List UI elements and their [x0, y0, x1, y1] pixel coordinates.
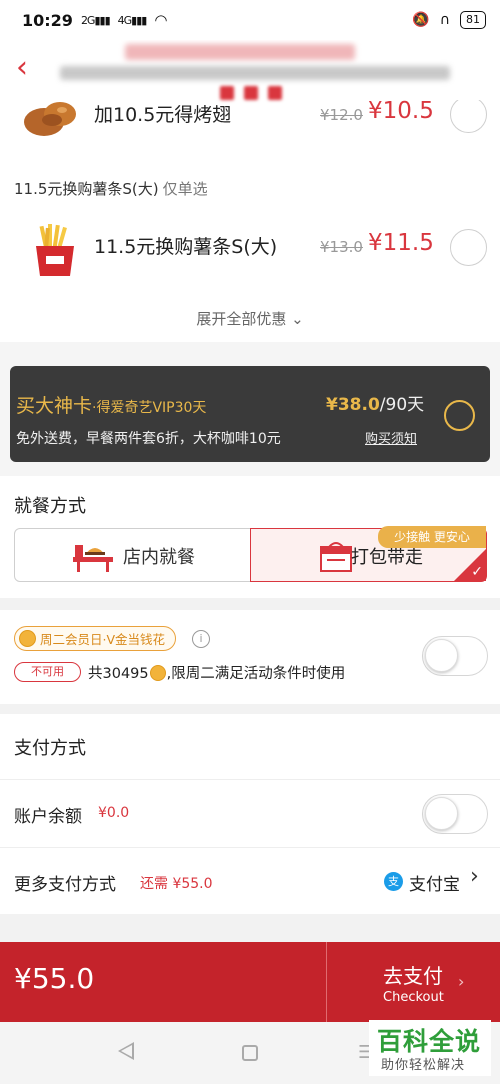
chevron-right-icon[interactable]: › — [458, 972, 464, 991]
signal-4g-label: 4G — [117, 13, 132, 27]
expand-all-offers[interactable]: 展开全部优惠 ⌄ — [0, 308, 500, 329]
coin-icon — [19, 630, 36, 647]
vip-price-amount: ¥38.0 — [326, 395, 380, 415]
offer-fries-radio[interactable] — [450, 229, 487, 266]
vip-title-main: 买大神卡 — [16, 395, 93, 417]
member-day-section: 周二会员日·V金当钱花 i 不可用 共30495 ,限周二满足活动条件时使用 — [0, 610, 500, 704]
safety-tag: 少接触 更安心 — [378, 526, 486, 548]
chevron-down-icon: ⌄ — [291, 310, 304, 328]
blurred-dots — [220, 86, 282, 100]
dine-in-label: 店内就餐 — [123, 547, 195, 568]
offers-card: 加10.5元得烤翅 ¥12.0 ¥10.5 11.5元换购薯条S(大) 仅单选 1… — [0, 96, 500, 342]
vip-title: 买大神卡·得爱奇艺VIP30天 — [16, 391, 206, 418]
order-total: ¥55.0 — [14, 962, 95, 995]
offer-fries-name: 11.5元换购薯条S(大) — [94, 236, 278, 258]
dining-title: 就餐方式 — [14, 496, 86, 517]
offer-fries-row[interactable]: 11.5元换购薯条S(大) ¥13.0 ¥11.5 — [0, 218, 500, 278]
offer-wings-radio[interactable] — [450, 96, 487, 133]
dot — [244, 86, 258, 100]
payment-section: 支付方式 账户余额 ¥0.0 更多支付方式 还需 ¥55.0 支 支付宝 › — [0, 714, 500, 914]
offer-fries-group-title: 11.5元换购薯条S(大) 仅单选 — [14, 178, 208, 199]
back-arrow-icon[interactable]: ‹ — [8, 48, 36, 88]
clock: 10:29 — [22, 10, 73, 30]
dot — [268, 86, 282, 100]
signal-2g-label: 2G — [80, 13, 95, 27]
divider — [0, 779, 500, 780]
balance-amount: ¥0.0 — [98, 805, 130, 821]
vip-card[interactable]: 买大神卡·得爱奇艺VIP30天 免外送费，早餐两件套6折，大杯咖啡10元 ¥38… — [10, 366, 490, 462]
status-bar: 10:29 2G▮▮▮ 4G▮▮▮ ◠ 🔕 ∩ 81 — [0, 0, 500, 40]
page-header: ‹ — [0, 40, 500, 100]
offer-fries-group-title-text: 11.5元换购薯条S(大) — [14, 180, 159, 198]
nav-home-icon[interactable] — [242, 1045, 258, 1061]
vip-desc: 免外送费，早餐两件套6折，大杯咖啡10元 — [16, 431, 281, 447]
watermark: 百科全说 助你轻松解决 — [369, 1020, 491, 1076]
toggle-knob — [425, 797, 458, 830]
unavailable-badge: 不可用 — [14, 662, 81, 682]
fries-image — [36, 224, 74, 276]
dine-in-option[interactable]: 店内就餐 — [14, 528, 251, 582]
mute-icon: 🔕 — [412, 12, 430, 28]
vip-price: ¥38.0/90天 — [326, 390, 424, 415]
status-left: 10:29 2G▮▮▮ 4G▮▮▮ ◠ — [22, 11, 167, 30]
offer-fries-price: ¥11.5 — [368, 230, 434, 256]
member-day-badge-text: 周二会员日·V金当钱花 — [40, 632, 166, 647]
vip-title-sub: ·得爱奇艺VIP30天 — [92, 400, 207, 416]
dot — [220, 86, 234, 100]
vip-radio[interactable] — [444, 400, 475, 431]
battery-icon: 81 — [460, 11, 486, 29]
vip-price-period: /90天 — [379, 395, 425, 415]
dining-section: 就餐方式 店内就餐 打包带走 ✓ 少接触 更安心 — [0, 476, 500, 598]
watermark-subtitle: 助你轻松解决 — [381, 1058, 466, 1073]
expand-label: 展开全部优惠 — [196, 310, 287, 328]
watermark-title: 百科全说 — [377, 1027, 482, 1056]
dine-in-icon — [73, 545, 113, 572]
balance-label: 账户余额 — [14, 807, 82, 827]
info-icon[interactable]: i — [192, 630, 210, 648]
payment-title: 支付方式 — [14, 738, 86, 759]
coin-icon — [149, 664, 166, 681]
blurred-title — [125, 44, 355, 60]
wifi-icon: ◠ — [154, 11, 168, 29]
signal-4g-icon: 4G▮▮▮ — [117, 13, 148, 27]
status-right: 🔕 ∩ 81 — [412, 11, 486, 29]
toggle-knob — [425, 639, 458, 672]
offer-wings-old-price: ¥12.0 — [320, 106, 363, 124]
balance-toggle[interactable] — [422, 794, 488, 834]
blurred-subtitle — [60, 66, 450, 80]
alipay-icon: 支 — [384, 872, 403, 891]
member-desc-suffix: ,限周二满足活动条件时使用 — [166, 666, 346, 682]
checkout-bar: ¥55.0 去支付 Checkout › — [0, 942, 500, 1022]
offer-wings-price: ¥10.5 — [368, 98, 434, 124]
vip-section: 买大神卡·得爱奇艺VIP30天 免外送费，早餐两件套6折，大杯咖啡10元 ¥38… — [0, 342, 500, 476]
amount-needed: 还需 ¥55.0 — [140, 876, 213, 892]
member-day-toggle[interactable] — [422, 636, 488, 676]
vip-purchase-notice-link[interactable]: 购买须知 — [365, 428, 417, 447]
offer-fries-old-price: ¥13.0 — [320, 238, 363, 256]
chevron-right-icon[interactable]: › — [470, 864, 479, 889]
checkout-button-sublabel[interactable]: Checkout — [383, 990, 444, 1005]
offer-fries-group-sub: 仅单选 — [162, 180, 208, 198]
footer-divider — [326, 942, 327, 1022]
member-desc-prefix: 共30495 — [88, 666, 149, 682]
member-day-badge: 周二会员日·V金当钱花 — [14, 626, 177, 651]
offer-wings-name: 加10.5元得烤翅 — [94, 104, 232, 126]
alipay-label[interactable]: 支付宝 — [409, 870, 460, 895]
signal-2g-icon: 2G▮▮▮ — [80, 13, 111, 27]
divider — [0, 847, 500, 848]
headphones-icon: ∩ — [439, 12, 450, 28]
member-desc: 共30495 ,限周二满足活动条件时使用 — [88, 662, 345, 683]
checkmark-icon: ✓ — [471, 564, 483, 580]
nav-back-icon[interactable] — [118, 1042, 134, 1060]
more-payment-label[interactable]: 更多支付方式 — [14, 870, 116, 895]
checkout-button-label[interactable]: 去支付 — [383, 960, 443, 989]
